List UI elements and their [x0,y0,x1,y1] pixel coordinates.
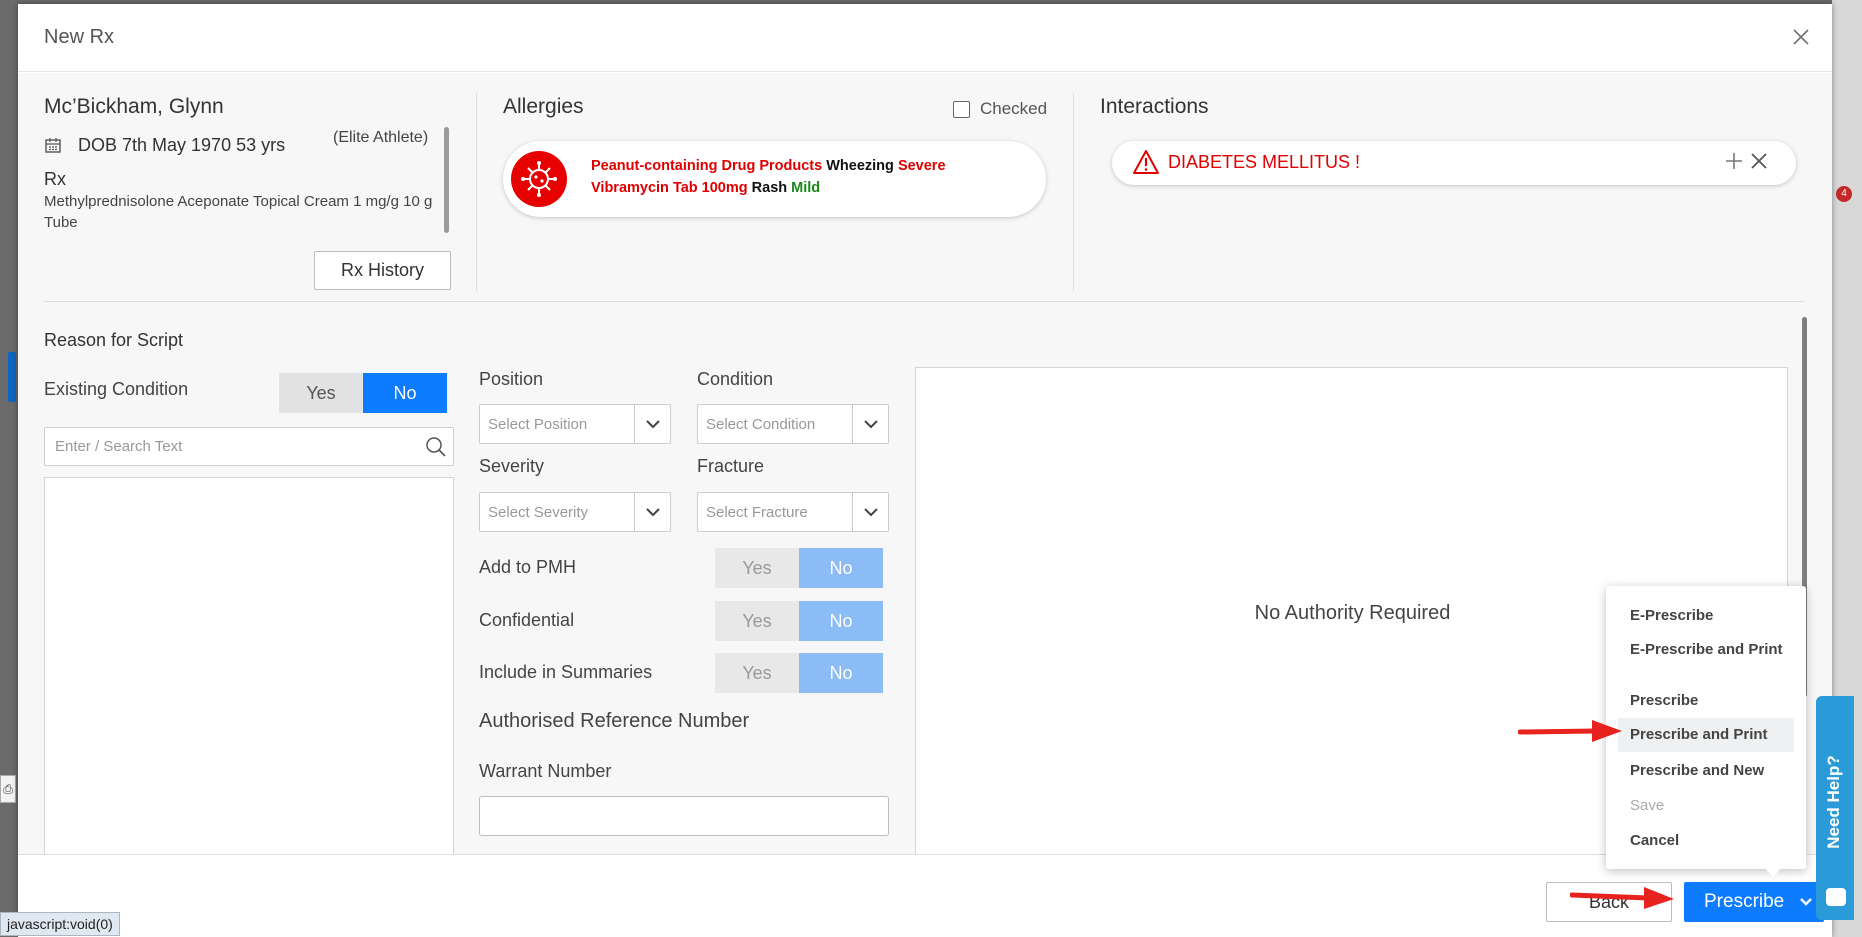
chevron-down-icon [852,405,888,443]
prescribe-button[interactable]: Prescribe [1684,882,1824,922]
patient-tag: (Elite Athlete) [333,129,429,146]
condition-select[interactable]: Select Condition [697,404,889,444]
prescribe-button-label: Prescribe [1704,891,1785,912]
interactions-title: Interactions [1100,95,1209,118]
allergy-severity: Severe [897,158,946,174]
allergies-checked-checkbox[interactable] [953,101,970,118]
rx-label: Rx [44,169,66,189]
warrant-number-input[interactable] [479,796,889,836]
allergies-checked-label: Checked [980,99,1048,118]
menu-item-prescribe-and-print[interactable]: Prescribe and Print [1618,718,1794,752]
position-select[interactable]: Select Position [479,404,671,444]
existing-condition-toggle: Yes No [279,373,447,413]
position-label: Position [479,369,544,389]
annotation-arrow-icon [1518,720,1622,742]
existing-condition-label: Existing Condition [44,379,189,399]
new-rx-modal: New Rx Mc’Bickham, Glynn (Elite Athlete)… [18,4,1832,937]
confidential-toggle: Yes No [715,601,883,641]
prescribe-options-menu: E-Prescribe E-Prescribe and Print Prescr… [1606,586,1806,869]
allergies-title: Allergies [503,95,584,118]
patient-name: Mc’Bickham, Glynn [44,95,224,118]
condition-label: Condition [697,369,774,389]
allergy-severity: Mild [791,180,821,196]
rx-history-button[interactable]: Rx History [314,251,451,290]
modal-title: New Rx [44,26,115,48]
existing-condition-no[interactable]: No [363,373,447,413]
notification-badge: 4 [1836,186,1852,202]
rx-medication: Methylprednisolone Aceponate Topical Cre… [44,193,433,231]
menu-item-save[interactable]: Save [1618,798,1794,814]
existing-condition-yes[interactable]: Yes [279,373,363,413]
menu-item-e-prescribe-and-print[interactable]: E-Prescribe and Print [1618,642,1794,658]
interaction-text: DIABETES MELLITUS ! [1168,152,1361,172]
chevron-down-icon [634,493,670,531]
need-help-label: Need Help? [1824,755,1843,849]
confidential-yes[interactable]: Yes [715,601,799,641]
allergy-reaction: Rash [751,180,788,196]
interaction-card: DIABETES MELLITUS ! [1112,141,1796,185]
annotation-arrow-icon [1570,887,1674,909]
add-to-pmh-no[interactable]: No [799,548,883,588]
fracture-label: Fracture [697,456,765,476]
menu-item-cancel[interactable]: Cancel [1618,833,1794,849]
dismiss-icon[interactable] [1750,152,1768,170]
fracture-placeholder: Select Fracture [706,504,808,521]
allergy-substance: Peanut-containing Drug Products [591,158,823,174]
allergy-icon [511,151,567,207]
condition-placeholder: Select Condition [706,416,816,433]
confidential-no[interactable]: No [799,601,883,641]
add-to-pmh-label: Add to PMH [479,557,577,577]
close-icon[interactable] [1790,26,1812,48]
status-bar: javascript:void(0) [0,912,120,936]
add-to-pmh-yes[interactable]: Yes [715,548,799,588]
include-in-summaries-toggle: Yes No [715,653,883,693]
menu-item-prescribe-and-new[interactable]: Prescribe and New [1618,763,1794,779]
confidential-label: Confidential [479,610,575,630]
severity-select[interactable]: Select Severity [479,492,671,532]
fracture-select[interactable]: Select Fracture [697,492,889,532]
need-help-tab[interactable]: Need Help? [1816,696,1854,920]
warning-icon [1133,150,1159,174]
reason-title: Reason for Script [44,330,184,350]
search-box [44,427,454,466]
authorised-reference-heading: Authorised Reference Number [479,710,750,732]
warrant-number-label: Warrant Number [479,761,612,781]
chevron-down-icon [852,493,888,531]
search-results-list[interactable] [44,477,454,854]
chevron-down-icon [634,405,670,443]
patient-scrollbar[interactable] [444,127,449,233]
search-icon[interactable] [425,436,447,458]
chevron-down-icon[interactable] [1798,895,1814,909]
allergy-reaction: Wheezing [826,158,894,174]
background-tool-icon[interactable]: ⎙ [0,775,16,803]
severity-label: Severity [479,456,545,476]
background-nav-marker [8,352,16,402]
plus-icon[interactable] [1724,151,1744,171]
divider [1073,93,1074,291]
patient-dob: DOB 7th May 1970 53 yrs [78,135,286,155]
severity-placeholder: Select Severity [488,504,589,521]
allergy-substance: Vibramycin Tab 100mg [591,180,748,196]
allergy-row: Peanut-containing Drug Products Wheezing… [591,155,946,177]
add-to-pmh-toggle: Yes No [715,548,883,588]
include-in-summaries-label: Include in Summaries [479,662,653,682]
include-in-summaries-yes[interactable]: Yes [715,653,799,693]
section-divider [44,301,1804,302]
allergy-row: Vibramycin Tab 100mg Rash Mild [591,177,946,199]
menu-item-e-prescribe[interactable]: E-Prescribe [1618,608,1794,624]
calendar-icon [45,138,61,153]
menu-caret [1764,867,1782,877]
divider [476,93,477,291]
include-in-summaries-no[interactable]: No [799,653,883,693]
allergy-card: Peanut-containing Drug Products Wheezing… [503,141,1046,217]
menu-item-prescribe[interactable]: Prescribe [1618,693,1794,709]
allergy-list: Peanut-containing Drug Products Wheezing… [591,155,946,199]
chat-bubble-icon [1826,888,1846,906]
position-placeholder: Select Position [488,416,588,433]
modal-header: New Rx [18,4,1832,72]
search-input[interactable] [45,428,415,465]
